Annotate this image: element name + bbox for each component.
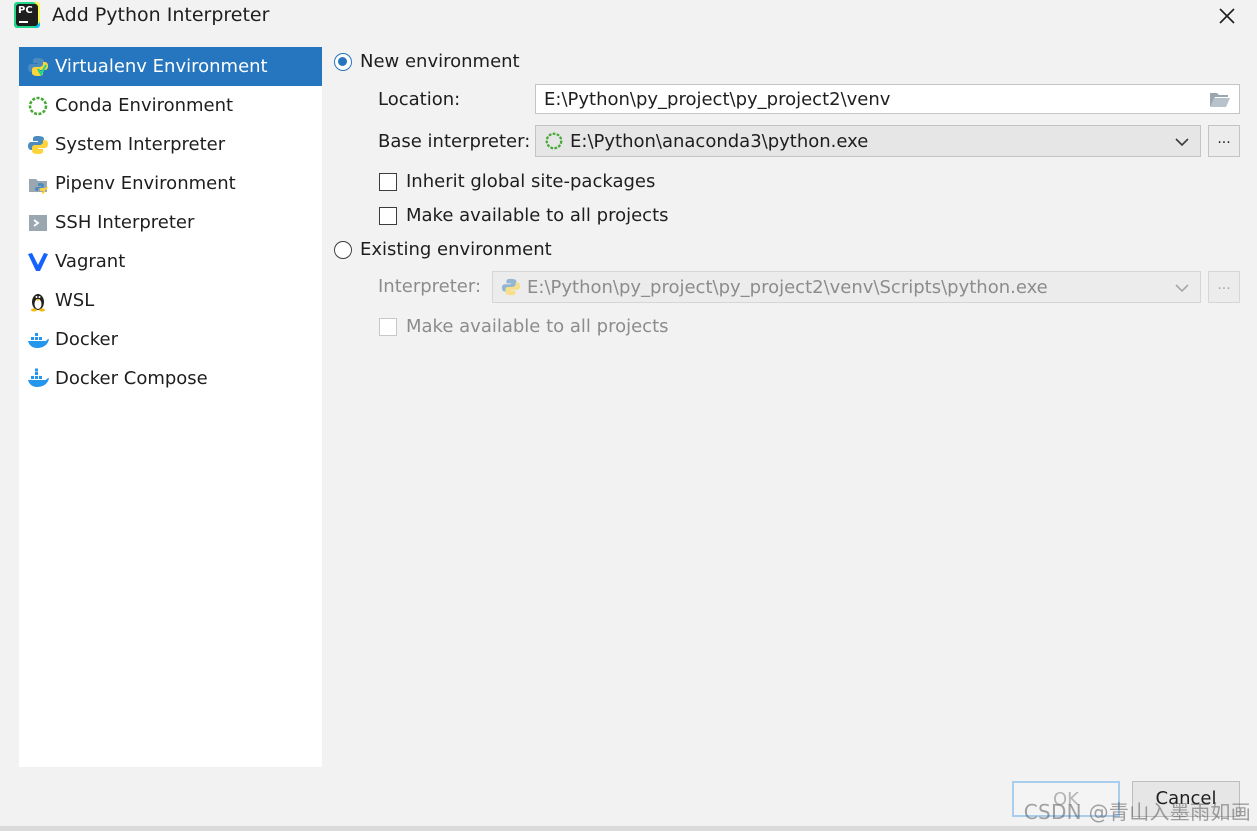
sidebar-item-label: SSH Interpreter [55, 212, 195, 233]
interpreter-type-list: Virtualenv Environment Conda Environment… [19, 47, 322, 767]
title-bar: PC Add Python Interpreter [0, 0, 1257, 34]
sidebar-item-label: WSL [55, 290, 95, 311]
close-icon [1219, 8, 1235, 24]
new-environment-label: New environment [360, 51, 520, 72]
location-label: Location: [378, 89, 461, 110]
make-available-new-label: Make available to all projects [406, 205, 669, 226]
base-interpreter-dropdown[interactable]: E:\Python\anaconda3\python.exe [535, 125, 1201, 157]
sidebar-item-label: Conda Environment [55, 95, 234, 116]
radio-button-checked[interactable] [334, 52, 352, 71]
sidebar-item-docker-compose[interactable]: Docker Compose [19, 359, 322, 398]
checkbox[interactable] [379, 172, 397, 191]
pipenv-icon [27, 173, 49, 195]
make-available-existing-label: Make available to all projects [406, 316, 669, 337]
virtualenv-icon [27, 56, 49, 78]
existing-environment-label: Existing environment [360, 239, 552, 260]
conda-icon [27, 95, 49, 117]
make-available-new-checkbox[interactable]: Make available to all projects [379, 205, 669, 226]
inherit-site-packages-checkbox[interactable]: Inherit global site-packages [379, 171, 655, 192]
base-interpreter-label: Base interpreter: [378, 131, 531, 152]
ssh-icon [27, 212, 49, 234]
chevron-down-icon [1175, 138, 1189, 147]
docker-compose-icon [27, 368, 49, 390]
sidebar-item-wsl[interactable]: WSL [19, 281, 322, 320]
sidebar-item-label: System Interpreter [55, 134, 226, 155]
location-field[interactable]: E:\Python\py_project\py_project2\venv [535, 84, 1240, 114]
checkbox[interactable] [379, 206, 397, 225]
sidebar-item-system-interpreter[interactable]: System Interpreter [19, 125, 322, 164]
browse-existing-interpreter-button[interactable]: ... [1208, 271, 1240, 303]
inherit-site-packages-label: Inherit global site-packages [406, 171, 656, 192]
sidebar-item-label: Docker Compose [55, 368, 208, 389]
close-button[interactable] [1213, 2, 1241, 30]
browse-base-interpreter-button[interactable]: ... [1208, 125, 1240, 157]
make-available-existing-checkbox[interactable]: Make available to all projects [379, 316, 669, 337]
sidebar-item-conda[interactable]: Conda Environment [19, 86, 322, 125]
sidebar-item-label: Docker [55, 329, 119, 350]
sidebar-item-vagrant[interactable]: Vagrant [19, 242, 322, 281]
vagrant-icon [27, 251, 49, 273]
sidebar-item-label: Pipenv Environment [55, 173, 236, 194]
existing-environment-radio[interactable]: Existing environment [334, 239, 552, 260]
python-icon [27, 134, 49, 156]
existing-interpreter-value: E:\Python\py_project\py_project2\venv\Sc… [527, 276, 1048, 298]
base-interpreter-value: E:\Python\anaconda3\python.exe [570, 130, 869, 152]
sidebar-item-docker[interactable]: Docker [19, 320, 322, 359]
sidebar-item-label: Virtualenv Environment [55, 56, 268, 77]
sidebar-item-ssh[interactable]: SSH Interpreter [19, 203, 322, 242]
folder-open-icon[interactable] [1209, 90, 1231, 108]
radio-button-unchecked[interactable] [334, 240, 352, 259]
linux-icon [27, 290, 49, 312]
existing-interpreter-dropdown[interactable]: E:\Python\py_project\py_project2\venv\Sc… [492, 271, 1201, 303]
sidebar-item-label: Vagrant [55, 251, 126, 272]
docker-icon [27, 329, 49, 351]
new-environment-radio[interactable]: New environment [334, 51, 520, 72]
chevron-down-icon [1175, 284, 1189, 293]
window-bottom-edge [0, 826, 1257, 831]
conda-icon [544, 131, 564, 151]
sidebar-item-virtualenv[interactable]: Virtualenv Environment [19, 47, 322, 86]
interpreter-label: Interpreter: [378, 276, 482, 297]
checkbox[interactable] [379, 317, 397, 336]
window-title: Add Python Interpreter [52, 4, 270, 26]
pycharm-logo-icon: PC [16, 4, 38, 26]
sidebar-item-pipenv[interactable]: Pipenv Environment [19, 164, 322, 203]
watermark: CSDN @青山入墨雨如画 [1023, 800, 1251, 824]
python-icon [501, 277, 521, 297]
location-value: E:\Python\py_project\py_project2\venv [544, 88, 891, 110]
